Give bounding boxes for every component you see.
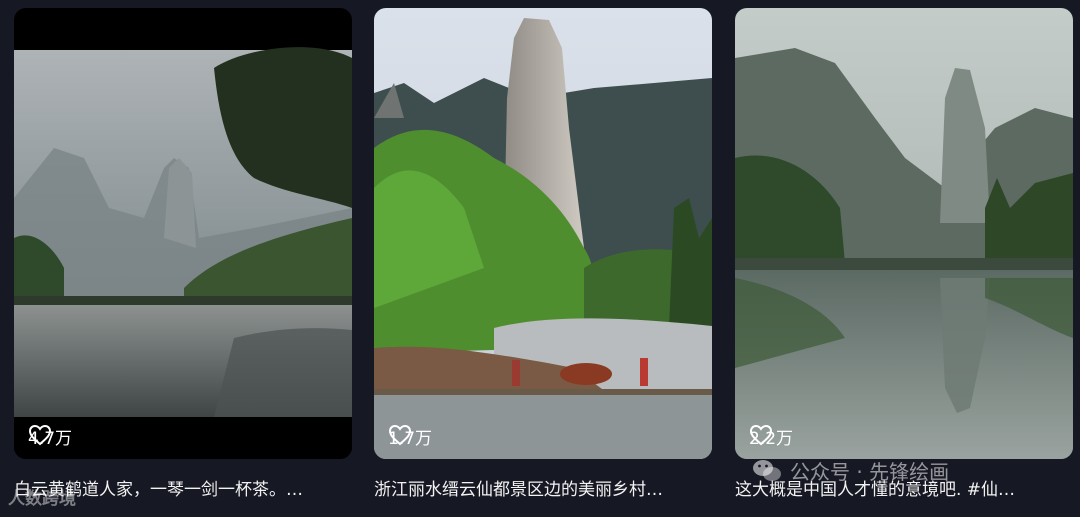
video-card[interactable]: 1.7万 浙江丽水缙云仙都景区边的美丽乡村…	[374, 8, 712, 500]
heart-outline-icon	[749, 424, 773, 446]
like-count[interactable]: 2.2万	[749, 424, 793, 449]
wechat-icon	[753, 459, 781, 481]
like-count[interactable]: 4.7万	[28, 424, 72, 449]
video-thumbnail[interactable]: 1.7万	[374, 8, 712, 459]
watermark-right-text: 公众号 · 先锋绘画	[790, 460, 950, 484]
heart-outline-icon	[28, 424, 52, 446]
heart-outline-icon	[388, 424, 412, 446]
video-thumbnail[interactable]: 2.2万	[735, 8, 1073, 459]
video-card[interactable]: 4.7万 白云黄鹤道人家，一琴一剑一杯茶。…	[14, 8, 352, 500]
watermark-right: 公众号 · 先锋绘画	[752, 456, 949, 485]
watermark-left: 人数跨境	[8, 489, 76, 509]
video-thumbnail[interactable]: 4.7万	[14, 8, 352, 459]
thumbnail-image-stone-pillar	[374, 8, 712, 459]
thumbnail-image-reflection-lake	[735, 8, 1073, 459]
like-count[interactable]: 1.7万	[388, 424, 432, 449]
thumbnail-image-misty-river	[14, 8, 352, 459]
video-card[interactable]: 2.2万 这大概是中国人才懂的意境吧. #仙…	[735, 8, 1073, 500]
video-caption[interactable]: 浙江丽水缙云仙都景区边的美丽乡村…	[374, 475, 712, 500]
